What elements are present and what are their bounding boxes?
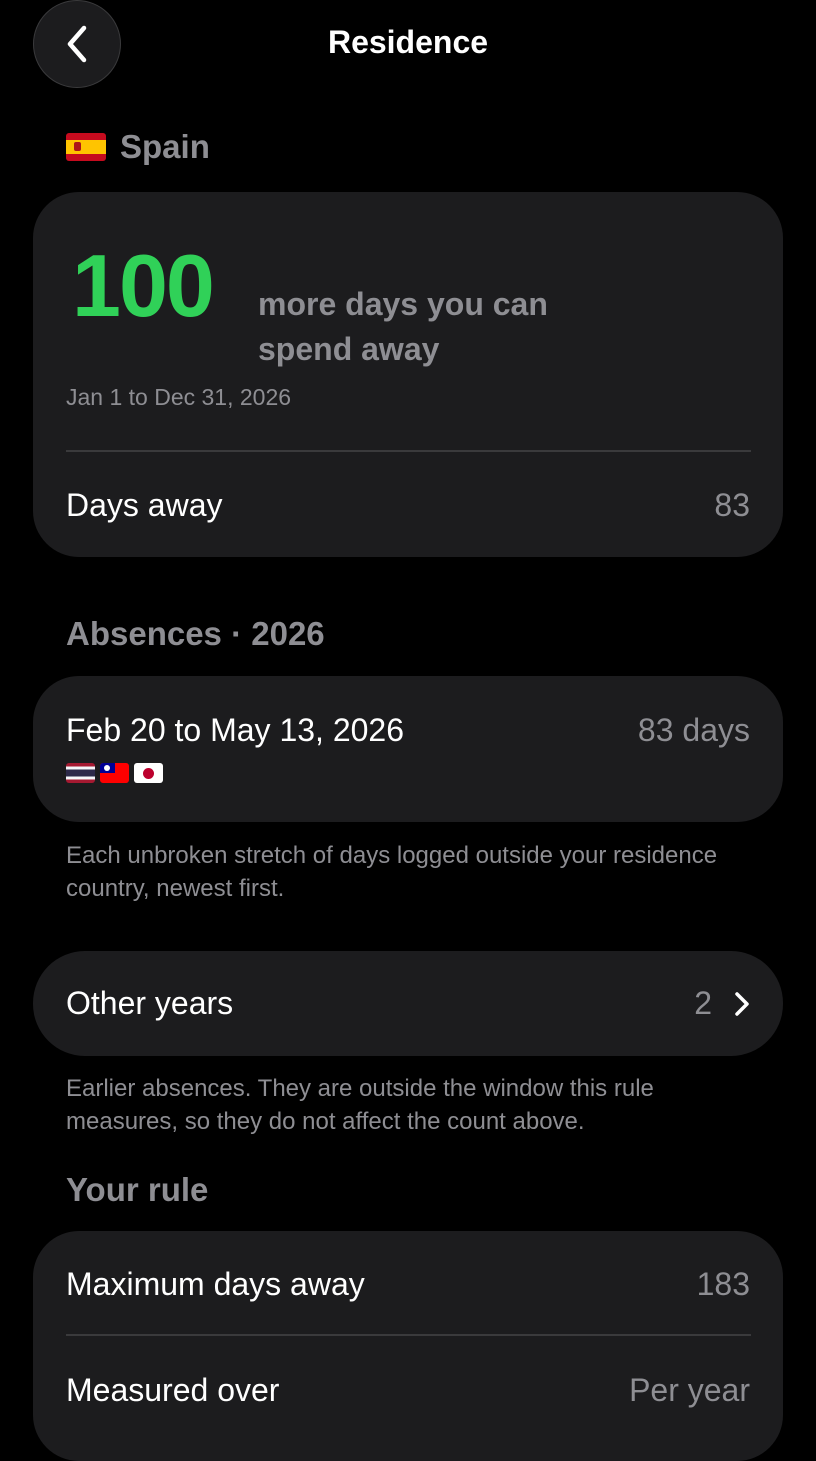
taiwan-flag-icon: [100, 763, 129, 783]
absences-note: Each unbroken stretch of days logged out…: [66, 842, 718, 902]
absences-section-title: Absences · 2026: [66, 615, 325, 652]
divider: [66, 1334, 751, 1336]
absence-range: Feb 20 to May 13, 2026: [66, 712, 404, 748]
max-days-label: Maximum days away: [66, 1266, 365, 1302]
country-heading: Spain: [66, 128, 210, 166]
other-years-note: Earlier absences. They are outside the w…: [66, 1075, 654, 1135]
period-label: Jan 1 to Dec 31, 2026: [66, 384, 292, 410]
rule-section-title: Your rule: [66, 1171, 209, 1208]
days-away-value: 83: [714, 487, 750, 523]
chevron-right-icon: [735, 992, 749, 1016]
other-years-count: 2: [694, 985, 712, 1021]
absence-flags: [66, 763, 163, 783]
remaining-days: 100: [72, 236, 215, 335]
absence-duration: 83 days: [637, 712, 750, 748]
thailand-flag-icon: [66, 763, 95, 783]
divider: [66, 450, 751, 452]
japan-flag-icon: [134, 763, 163, 783]
days-away-label: Days away: [66, 487, 223, 523]
spain-flag-icon: [66, 133, 106, 161]
measured-over-label: Measured over: [66, 1372, 280, 1408]
measured-over-value[interactable]: Per year: [629, 1372, 750, 1409]
country-name: Spain: [120, 128, 210, 165]
other-years-label: Other years: [66, 985, 234, 1021]
max-days-value[interactable]: 183: [697, 1266, 750, 1303]
absence-item[interactable]: [33, 676, 783, 822]
page-title: Residence: [327, 24, 489, 60]
remaining-caption: more days you can spend away: [258, 286, 548, 367]
